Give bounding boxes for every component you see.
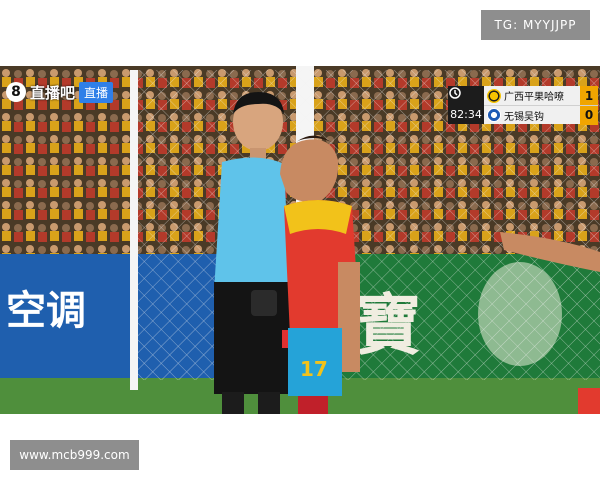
scoreboard-away-row: 无锡吴钩 0: [484, 105, 598, 125]
goal-post-left: [130, 70, 138, 390]
away-crest-icon: [487, 108, 501, 122]
player-number: 17: [300, 357, 328, 381]
match-photo: 空调 寶 17: [0, 66, 600, 414]
ad-text-left: 空调: [6, 288, 86, 334]
scoreboard-home-row: 广西平果哈嘹 1: [484, 86, 598, 105]
replay-icon: [448, 86, 484, 105]
logo-mark-icon: 8: [6, 82, 26, 102]
live-badge: 直播: [79, 81, 114, 103]
home-crest-icon: [487, 88, 501, 103]
match-clock: 82:34: [448, 105, 484, 124]
watermark-top-right: TG: MYYJJPP: [481, 10, 590, 40]
away-team-name: 无锡吴钩: [504, 111, 544, 123]
watermark-bottom-left: www.mcb999.com: [10, 440, 139, 470]
home-team-name: 广西平果哈嘹: [504, 92, 564, 103]
logo-text: 直播吧: [30, 83, 76, 102]
scoreboard: 82:34 广西平果哈嘹 1 无锡吴钩 0: [448, 86, 598, 125]
player-right-edge: [578, 388, 600, 414]
home-score: 1: [580, 86, 598, 105]
broadcast-logo: 8 直播吧 直播: [6, 80, 114, 104]
away-score: 0: [580, 105, 598, 125]
